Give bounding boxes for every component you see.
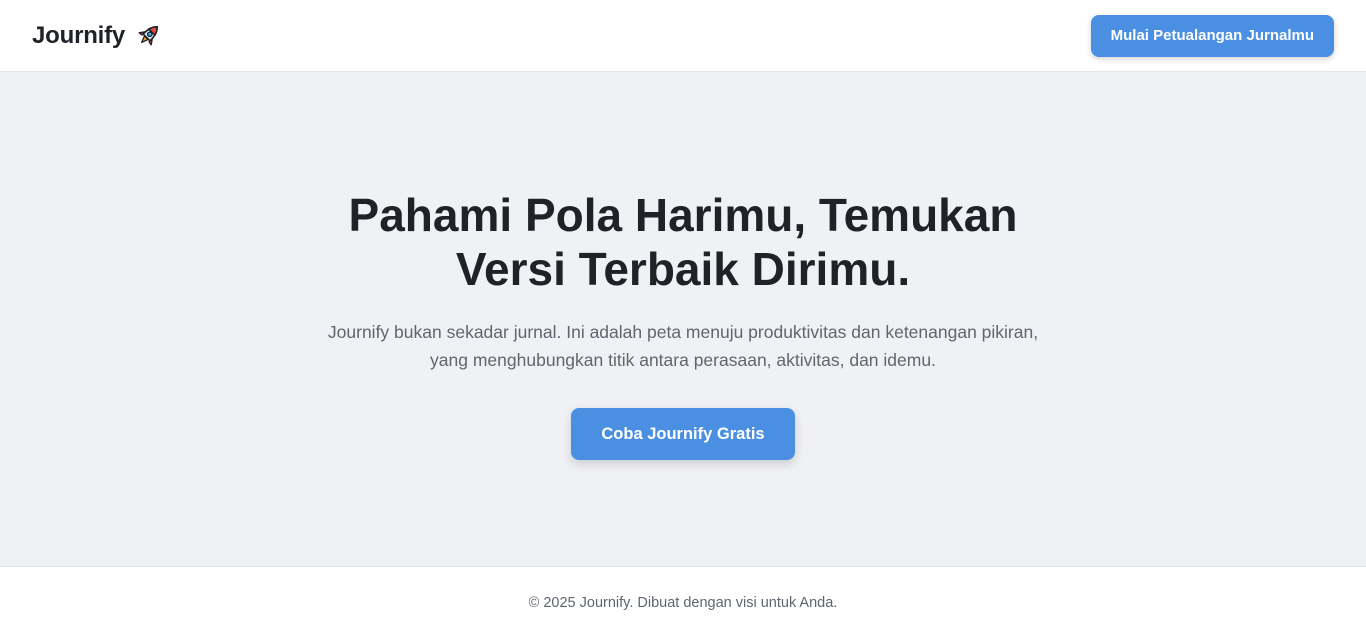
brand[interactable]: Journify <box>32 21 163 51</box>
footer-copyright: © 2025 Journify. Dibuat dengan visi untu… <box>528 595 838 611</box>
start-journal-button[interactable]: Mulai Petualangan Jurnalmu <box>1090 14 1334 57</box>
rocket-icon <box>133 21 163 51</box>
hero-title: Pahami Pola Harimu, Temukan Versi Terbai… <box>348 189 1018 295</box>
site-header: Journify Mulai Petualangan Jurnalmu <box>0 0 1366 72</box>
hero-section: Pahami Pola Harimu, Temukan Versi Terbai… <box>0 72 1366 566</box>
brand-name: Journify <box>32 21 126 49</box>
site-footer: © 2025 Journify. Dibuat dengan visi untu… <box>0 566 1366 635</box>
try-free-button[interactable]: Coba Journify Gratis <box>571 408 795 460</box>
hero-subtitle: Journify bukan sekadar jurnal. Ini adala… <box>327 322 1039 370</box>
